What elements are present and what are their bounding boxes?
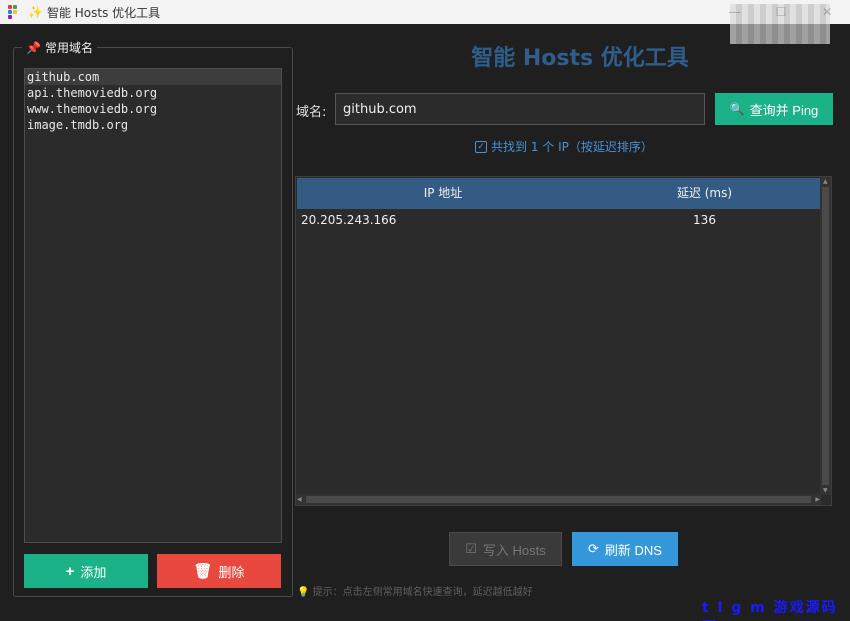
delete-button-label: 删除 — [218, 564, 245, 580]
checkbox-icon: ✓ — [475, 140, 487, 153]
hint-text: 💡 提示：点击左侧常用域名快速查询，延迟越低越好 — [297, 583, 533, 598]
domain-list[interactable]: github.com api.themoviedb.org www.themov… — [24, 68, 282, 543]
delete-domain-button[interactable]: 🗑 删除 — [157, 554, 281, 588]
vertical-scrollbar[interactable]: ▲ ▼ — [820, 177, 831, 495]
scroll-down-icon[interactable]: ▼ — [823, 487, 828, 494]
write-hosts-button[interactable]: ☑ 写入 Hosts — [449, 532, 562, 566]
column-header-ip[interactable]: IP 地址 — [297, 178, 589, 209]
pin-icon: 📌 — [26, 40, 41, 55]
group-legend-label: 常用域名 — [44, 41, 93, 55]
horizontal-scrollbar[interactable]: ◀ ▶ — [296, 494, 821, 505]
watermark: t l g m 游戏源码网 — [702, 600, 838, 621]
status-label: 共找到 1 个 IP（按延迟排序） — [491, 140, 653, 154]
sparkle-icon: ✨ — [28, 5, 43, 19]
table-header: IP 地址 延迟 (ms) — [297, 178, 820, 209]
domain-label: 域名: — [296, 105, 327, 120]
add-button-label: 添加 — [80, 564, 107, 580]
latency-cell: 136 — [693, 213, 716, 227]
app-logo-icon — [8, 5, 22, 19]
refresh-icon: ⟳ — [588, 541, 599, 556]
scrollbar-thumb[interactable] — [822, 187, 829, 485]
scroll-left-icon[interactable]: ◀ — [297, 496, 302, 503]
page-title: 智能 Hosts 优化工具 — [471, 46, 689, 71]
domain-list-item[interactable]: api.themoviedb.org — [25, 85, 281, 101]
table-row[interactable]: 20.205.243.166 136 — [297, 210, 820, 230]
hint-label: 提示：点击左侧常用域名快速查询，延迟越低越好 — [312, 587, 533, 598]
status-text: ✓ 共找到 1 个 IP（按延迟排序） — [475, 138, 653, 155]
write-button-label: 写入 Hosts — [482, 542, 546, 558]
refresh-button-label: 刷新 DNS — [604, 542, 662, 558]
title-bar: ✨ 智能 Hosts 优化工具 — ☐ ✕ — [0, 0, 850, 44]
window-title: 智能 Hosts 优化工具 — [46, 5, 161, 20]
scroll-right-icon[interactable]: ▶ — [815, 496, 820, 503]
domain-list-item[interactable]: www.themoviedb.org — [25, 101, 281, 117]
domain-list-item[interactable]: github.com — [25, 69, 281, 85]
plus-icon: + — [65, 562, 75, 580]
ip-cell: 20.205.243.166 — [301, 213, 397, 227]
domain-input[interactable] — [335, 93, 705, 125]
common-domains-group: 📌 常用域名 github.com api.themoviedb.org www… — [13, 39, 293, 597]
checkbox-icon: ☑ — [465, 541, 477, 556]
search-icon: 🔍 — [729, 102, 745, 116]
column-header-latency[interactable]: 延迟 (ms) — [589, 178, 820, 209]
blurred-region — [730, 4, 830, 44]
query-button-label: 查询并 Ping — [749, 102, 819, 118]
refresh-dns-button[interactable]: ⟳ 刷新 DNS — [572, 532, 678, 566]
add-domain-button[interactable]: + 添加 — [24, 554, 148, 588]
ip-results-table[interactable]: IP 地址 延迟 (ms) 20.205.243.166 136 ▲ ▼ ◀ ▶ — [295, 176, 832, 506]
scroll-up-icon[interactable]: ▲ — [823, 178, 828, 185]
query-ping-button[interactable]: 🔍 查询并 Ping — [715, 93, 833, 125]
lightbulb-icon: 💡 — [297, 587, 310, 598]
scrollbar-thumb[interactable] — [306, 496, 811, 503]
trash-icon: 🗑 — [193, 563, 213, 580]
domain-list-item[interactable]: image.tmdb.org — [25, 117, 281, 133]
group-legend: 📌 常用域名 — [22, 39, 97, 56]
